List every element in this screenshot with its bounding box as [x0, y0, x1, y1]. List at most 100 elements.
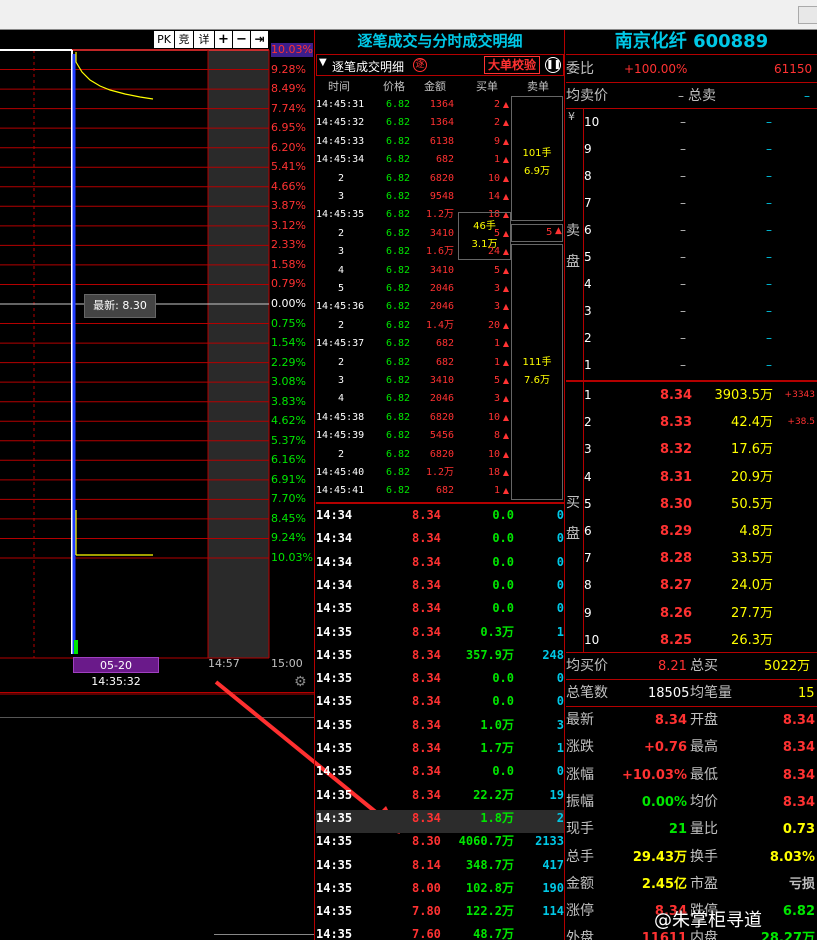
tick-buy: 20	[487, 319, 500, 331]
minute-row[interactable]: 14:35 7.80 122.2万 114	[316, 900, 564, 923]
minute-price: 8.34	[412, 624, 441, 639]
minute-row[interactable]: 14:35 8.34 1.0万 3	[316, 714, 564, 737]
minute-row[interactable]: 14:35 8.34 0.0 0	[316, 760, 564, 783]
up-arrow-icon: ▲	[502, 357, 509, 367]
tick-amount: 3410	[429, 264, 454, 276]
minute-amount: 0.0	[492, 577, 514, 592]
sell-level-row[interactable]: 9 – –	[566, 136, 817, 163]
tick-amount: 682	[435, 338, 454, 350]
minute-row[interactable]: 14:35 8.34 0.0 0	[316, 597, 564, 620]
sell-level-row[interactable]: 1 – –	[566, 352, 817, 379]
pause-icon[interactable]: ❚❚	[545, 57, 561, 73]
stat-value: 8.34	[782, 740, 815, 756]
minute-row[interactable]: 14:35 8.34 22.2万 19	[316, 784, 564, 807]
minute-amount: 1.0万	[480, 717, 514, 732]
stat-label: 现手	[566, 821, 594, 838]
level-number: 5	[584, 496, 592, 511]
dropdown-arrow-icon[interactable]: ▼	[319, 57, 327, 68]
avg-sell-value: –	[678, 89, 684, 103]
buy-level-row[interactable]: 10 8.25 26.3万	[566, 627, 817, 654]
tick-buy: 2	[493, 117, 500, 129]
buy-level-row[interactable]: 5 8.30 50.5万	[566, 491, 817, 518]
minute-row[interactable]: 14:34 8.34 0.0 0	[316, 574, 564, 597]
minute-time: 14:35	[316, 857, 353, 872]
tick-price: 6.82	[386, 393, 411, 405]
stat-label: 涨幅	[566, 766, 594, 783]
sell-level-row[interactable]: 6 – –	[566, 217, 817, 244]
up-arrow-icon: ▲	[502, 486, 509, 496]
buy-level-row[interactable]: 1 8.34 3903.5万 +3343	[566, 382, 817, 409]
stat-label: 金额	[566, 875, 594, 892]
tick-amount: 1364	[429, 99, 454, 110]
sell-level-row[interactable]: 4 – –	[566, 271, 817, 298]
tick-price: 6.82	[386, 448, 411, 460]
level-number: 3	[584, 442, 592, 457]
sell-level-row[interactable]: 10 – –	[566, 109, 817, 136]
minute-row[interactable]: 14:35 8.34 1.7万 1	[316, 737, 564, 760]
minute-row[interactable]: 14:35 8.34 0.0 0	[316, 690, 564, 713]
minute-price: 8.34	[412, 810, 441, 825]
buy-level-row[interactable]: 9 8.26 27.7万	[566, 600, 817, 627]
buy-level-row[interactable]: 4 8.31 20.9万	[566, 464, 817, 491]
minute-price: 7.80	[412, 904, 441, 919]
tick-time: 2	[338, 172, 345, 184]
buy-level-row[interactable]: 3 8.32 17.6万	[566, 436, 817, 463]
minute-row[interactable]: 14:35 8.34 1.8万 2	[316, 807, 564, 830]
minute-price: 8.34	[412, 508, 441, 522]
minute-row[interactable]: 14:35 8.00 102.8万 190	[316, 877, 564, 900]
sell-level-row[interactable]: 8 – –	[566, 163, 817, 190]
sell-level-row[interactable]: 2 – –	[566, 325, 817, 352]
minute-count: 0	[556, 577, 564, 592]
minute-row[interactable]: 14:34 8.34 0.0 0	[316, 504, 564, 527]
total-trades-label: 总笔数	[566, 685, 608, 701]
sell-level-row[interactable]: 5 – –	[566, 244, 817, 271]
minute-row[interactable]: 14:35 8.34 0.0 0	[316, 667, 564, 690]
minute-amount: 122.2万	[465, 904, 514, 919]
minute-row[interactable]: 14:35 8.34 0.3万 1	[316, 621, 564, 644]
level-volume: 24.0万	[731, 578, 773, 594]
buy-level-row[interactable]: 7 8.28 33.5万	[566, 545, 817, 572]
up-arrow-icon: ▲	[502, 284, 509, 293]
up-arrow-icon: ▲	[502, 431, 509, 441]
buy-level-row[interactable]: 8 8.27 24.0万	[566, 572, 817, 599]
tick-buy: 10	[487, 172, 500, 184]
trades-row: 总笔数 18505 均笔量 15	[566, 680, 817, 707]
big-order-button[interactable]: 大单校验	[484, 56, 540, 74]
up-arrow-icon: ▲	[502, 468, 509, 477]
minute-row[interactable]: 14:35 8.34 357.9万 248	[316, 644, 564, 667]
minute-row[interactable]: 14:34 8.34 0.0 0	[316, 551, 564, 574]
stat-value: 8.34	[782, 794, 815, 810]
sell-level-row[interactable]: 7 – –	[566, 190, 817, 217]
tick-price: 6.82	[386, 319, 411, 331]
tick-buy: 3	[493, 393, 500, 405]
minute-time: 14:35	[316, 787, 353, 802]
minute-row[interactable]: 14:35 7.60 48.7万	[316, 923, 564, 940]
tick-buy: 14	[487, 191, 500, 202]
minute-row[interactable]: 14:35 8.30 4060.7万 2133	[316, 830, 564, 853]
tick-time: 14:45:37	[316, 338, 365, 350]
minute-price: 8.34	[412, 577, 441, 592]
minute-count: 417	[542, 857, 564, 872]
stat-label: 市盈	[690, 875, 718, 892]
col-amount: 金额	[424, 80, 446, 93]
level-volume: 27.7万	[731, 605, 773, 621]
minute-row[interactable]: 14:35 8.14 348.7万 417	[316, 854, 564, 877]
buy-level-row[interactable]: 6 8.29 4.8万	[566, 518, 817, 545]
tick-price: 6.82	[386, 227, 411, 239]
buy-level-row[interactable]: 2 8.33 42.4万 +38.5	[566, 409, 817, 436]
level-price: –	[680, 250, 686, 264]
level-number: 1	[584, 358, 592, 372]
sell-level-row[interactable]: 3 – –	[566, 298, 817, 325]
minute-row[interactable]: 14:34 8.34 0.0 0	[316, 527, 564, 550]
level-change: +3343	[784, 390, 815, 400]
level-volume: 20.9万	[731, 469, 773, 485]
level-price: –	[680, 331, 686, 345]
stat-value: 0.00%	[641, 794, 687, 810]
level-number: 4	[584, 469, 592, 484]
minute-count: 248	[542, 647, 564, 662]
stat-label: 涨跌	[566, 739, 594, 756]
minute-time: 14:35	[316, 834, 353, 849]
tick-time: 3	[338, 375, 345, 386]
level-volume: –	[766, 142, 772, 156]
tick-time: 4	[338, 393, 345, 405]
